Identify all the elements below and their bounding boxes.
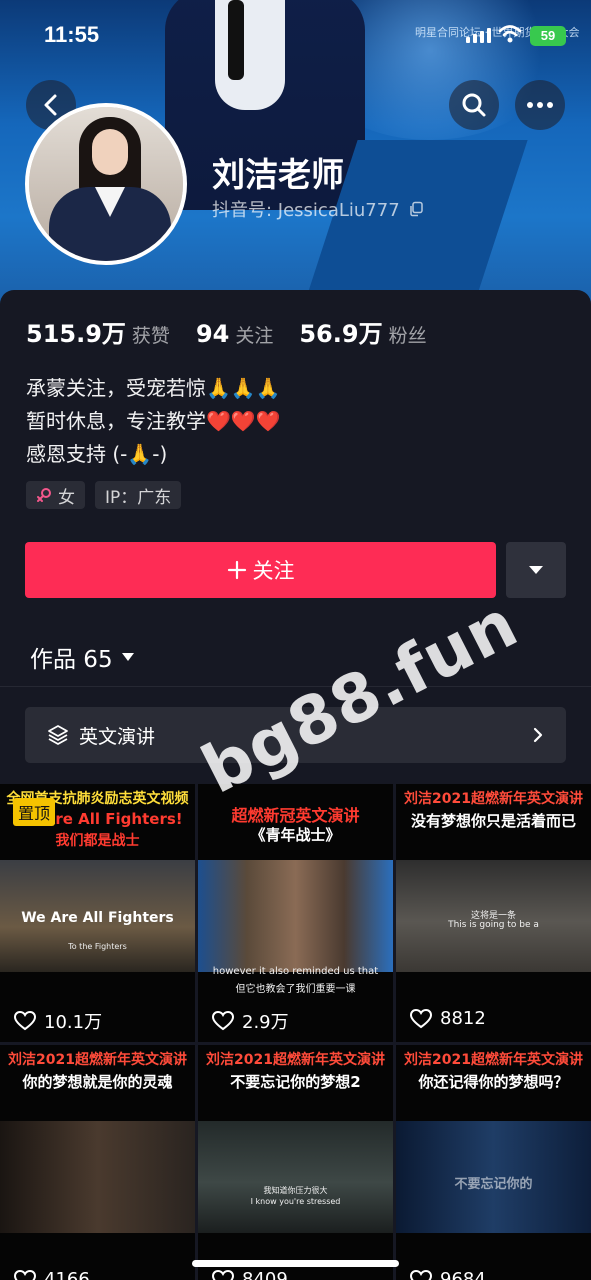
home-indicator[interactable] bbox=[192, 1260, 399, 1267]
video-title: 我们都是战士 bbox=[55, 833, 140, 849]
video-tile[interactable]: 刘洁2021超燃新年英文演讲 不要忘记你的梦想2 我知道你压力很大 I know… bbox=[198, 1045, 393, 1280]
video-caption: 我知道你压力很大 bbox=[263, 1186, 328, 1195]
followers-count: 56.9万 bbox=[299, 320, 383, 348]
heart-icon bbox=[212, 1011, 234, 1031]
video-title: 《青年战士》 bbox=[250, 826, 341, 844]
signal-icon bbox=[466, 28, 491, 43]
video-title: 你还记得你的梦想吗？ bbox=[418, 1073, 569, 1091]
video-caption: We Are All Fighters bbox=[21, 910, 174, 926]
bio-line: 感恩支持 (-🙏-) bbox=[26, 442, 168, 466]
following-count: 94 bbox=[195, 320, 230, 348]
video-title: 刘洁2021超燃新年英文演讲 bbox=[206, 1052, 385, 1068]
caret-down-icon bbox=[529, 566, 543, 574]
heart-icon bbox=[14, 1269, 36, 1280]
avatar[interactable] bbox=[25, 103, 187, 265]
following-label: 关注 bbox=[235, 325, 274, 347]
following-stat[interactable]: 94 关注 bbox=[196, 320, 273, 348]
followers-label: 粉丝 bbox=[388, 325, 427, 347]
douyin-id-text: 抖音号: JessicaLiu777 bbox=[212, 200, 400, 221]
like-count-text: 4166 bbox=[44, 1269, 90, 1280]
heart-icon bbox=[410, 1008, 432, 1028]
video-caption: I know you're stressed bbox=[250, 1197, 341, 1206]
search-icon bbox=[462, 93, 486, 117]
copy-icon[interactable] bbox=[408, 201, 424, 217]
like-count: 8812 bbox=[410, 1008, 486, 1029]
more-dots-icon bbox=[527, 102, 553, 108]
video-caption: This is going to be a bbox=[448, 920, 539, 930]
battery-indicator: 59 bbox=[530, 26, 566, 46]
likes-stat[interactable]: 515.9万 获赞 bbox=[26, 314, 170, 349]
like-count-text: 9684 bbox=[440, 1269, 486, 1280]
video-grid: 置顶 全网首支抗肺炎励志英文视频 We Are All Fighters! 我们… bbox=[0, 784, 591, 1280]
heart-icon bbox=[212, 1269, 234, 1280]
like-count: 2.9万 bbox=[212, 1008, 289, 1034]
video-tile[interactable]: 刘洁2021超燃新年英文演讲 你还记得你的梦想吗？ 不要忘记你的 9684 bbox=[396, 1045, 591, 1280]
video-title: 刘洁2021超燃新年英文演讲 bbox=[404, 1052, 583, 1068]
status-time: 11:55 bbox=[44, 22, 100, 47]
followers-stat[interactable]: 56.9万 粉丝 bbox=[299, 314, 426, 349]
caret-down-icon bbox=[121, 653, 134, 661]
follow-button[interactable]: 关注 bbox=[25, 542, 496, 598]
video-title: 你的梦想就是你的灵魂 bbox=[22, 1073, 173, 1091]
works-label: 作品 65 bbox=[30, 647, 113, 673]
likes-count: 515.9万 bbox=[26, 320, 126, 348]
profile-name: 刘洁老师 bbox=[212, 155, 344, 194]
like-count: 8409 bbox=[212, 1269, 288, 1280]
bio-line: 承蒙关注，受宠若惊🙏🙏🙏 bbox=[26, 376, 281, 400]
chevron-right-icon bbox=[533, 727, 543, 743]
video-caption: 但它也教会了我们重要一课 bbox=[235, 984, 356, 995]
gender-tag: 女 bbox=[26, 481, 85, 509]
likes-label: 获赞 bbox=[131, 325, 170, 347]
profile-tags: 女 IP：广东 bbox=[26, 481, 182, 509]
collection-label: 英文演讲 bbox=[79, 725, 156, 748]
bio-line: 暂时休息，专注教学❤️❤️❤️ bbox=[26, 409, 281, 433]
wifi-icon bbox=[498, 25, 522, 43]
heart-icon bbox=[410, 1269, 432, 1280]
like-count: 10.1万 bbox=[14, 1008, 102, 1034]
recommend-dropdown-button[interactable] bbox=[506, 542, 566, 598]
video-tile[interactable]: 刘洁2021超燃新年英文演讲 你的梦想就是你的灵魂 4166 bbox=[0, 1045, 195, 1280]
video-caption: 不要忘记你的 bbox=[454, 1177, 533, 1192]
gender-label: 女 bbox=[58, 487, 75, 508]
search-button[interactable] bbox=[449, 80, 499, 130]
video-caption: however it also reminded us that bbox=[212, 966, 379, 977]
video-thumbnail bbox=[198, 860, 393, 972]
like-count-text: 10.1万 bbox=[44, 1012, 103, 1033]
pinned-badge: 置顶 bbox=[13, 798, 56, 826]
like-count-text: 2.9万 bbox=[242, 1012, 289, 1033]
profile-stats: 515.9万 获赞 94 关注 56.9万 粉丝 bbox=[26, 314, 427, 349]
video-title: 刘洁2021超燃新年英文演讲 bbox=[8, 1052, 187, 1068]
video-thumbnail bbox=[0, 1121, 195, 1233]
status-bar: 11:55 59 bbox=[0, 22, 591, 52]
video-title: 不要忘记你的梦想2 bbox=[230, 1073, 361, 1091]
video-thumbnail bbox=[198, 1121, 393, 1233]
douyin-id[interactable]: 抖音号: JessicaLiu777 bbox=[212, 196, 424, 222]
banner-shirt bbox=[215, 0, 285, 110]
ip-label: IP：广东 bbox=[105, 487, 172, 508]
follow-button-label: 关注 bbox=[252, 559, 295, 583]
video-tile[interactable]: 置顶 全网首支抗肺炎励志英文视频 We Are All Fighters! 我们… bbox=[0, 784, 195, 1042]
more-button[interactable] bbox=[515, 80, 565, 130]
works-tab[interactable]: 作品 65 bbox=[30, 640, 135, 674]
video-title: 刘洁2021超燃新年英文演讲 bbox=[404, 791, 583, 807]
like-count-text: 8812 bbox=[440, 1008, 486, 1029]
like-count: 9684 bbox=[410, 1269, 486, 1280]
like-count: 4166 bbox=[14, 1269, 90, 1280]
video-tile[interactable]: 超燃新冠英文演讲 《青年战士》 however it also reminded… bbox=[198, 784, 393, 1042]
video-tile[interactable]: 刘洁2021超燃新年英文演讲 没有梦想你只是活着而已 这将是一条 This is… bbox=[396, 784, 591, 1042]
plus-icon bbox=[227, 560, 246, 580]
like-count-text: 8409 bbox=[242, 1269, 288, 1280]
layers-icon bbox=[48, 725, 68, 745]
video-caption: To the Fighters bbox=[68, 942, 127, 951]
female-icon bbox=[37, 488, 51, 502]
video-title: 没有梦想你只是活着而已 bbox=[410, 812, 576, 830]
profile-bio: 承蒙关注，受宠若惊🙏🙏🙏 暂时休息，专注教学❤️❤️❤️ 感恩支持 (-🙏-) bbox=[26, 372, 281, 471]
heart-icon bbox=[14, 1011, 36, 1031]
ip-tag: IP：广东 bbox=[95, 481, 182, 509]
